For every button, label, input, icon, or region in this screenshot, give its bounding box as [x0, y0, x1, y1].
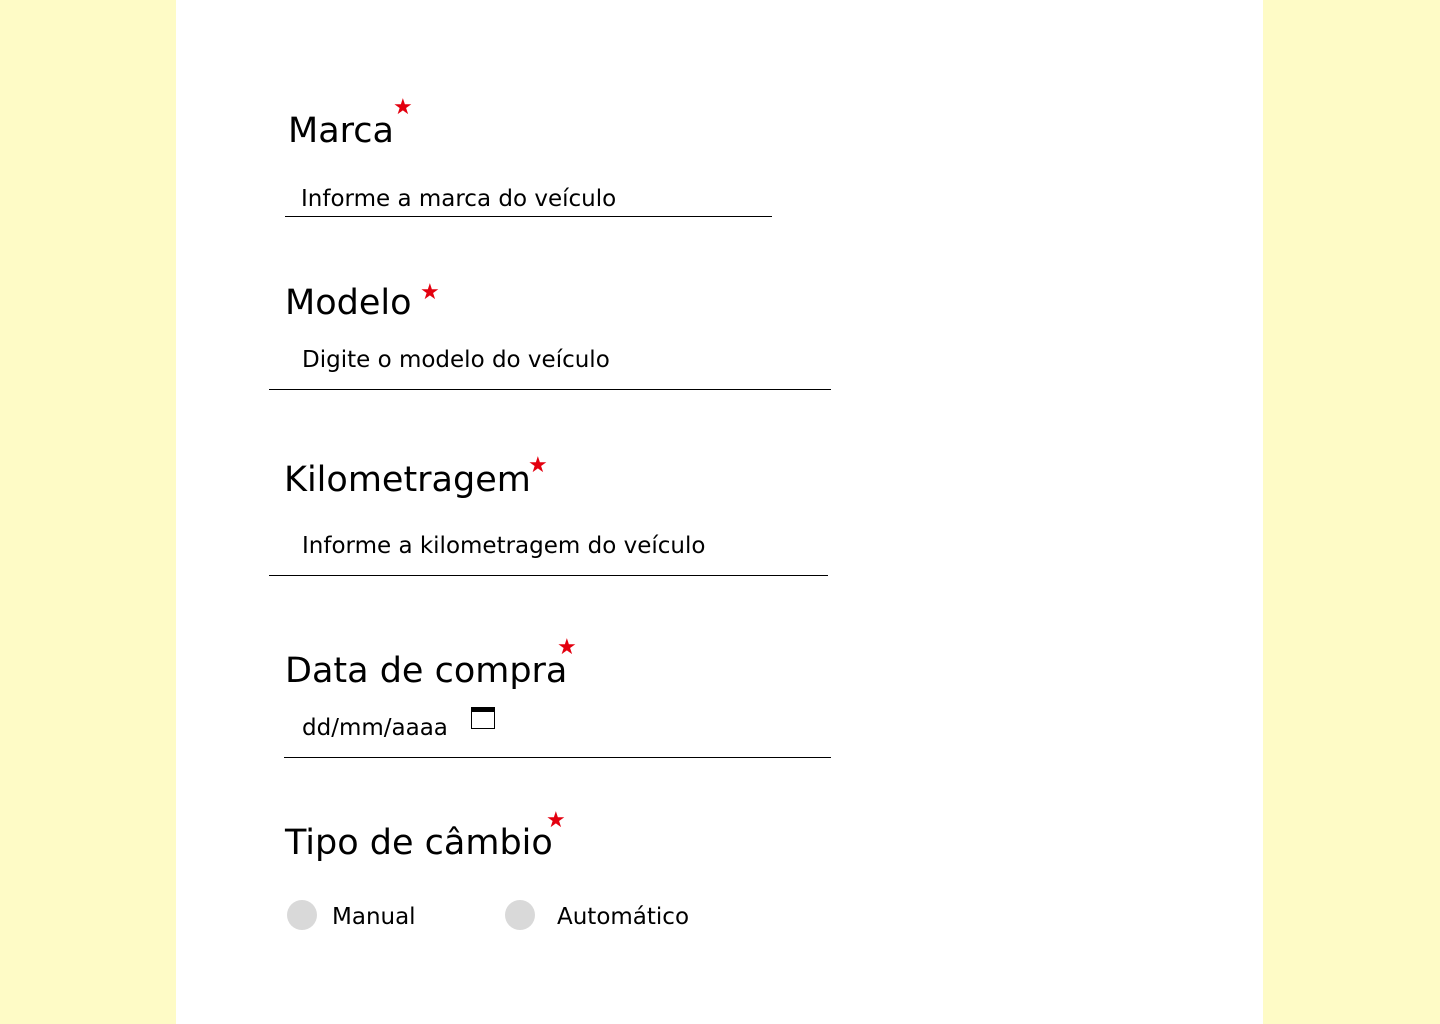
marca-label: Marca	[288, 111, 394, 151]
modelo-input[interactable]: Digite o modelo do veículo	[302, 349, 610, 372]
kilometragem-label: Kilometragem	[284, 460, 531, 500]
tipo-cambio-required-star: ★	[546, 808, 566, 833]
kilometragem-required-star: ★	[528, 453, 548, 478]
data-compra-required-star: ★	[557, 635, 577, 660]
kilometragem-input[interactable]: Informe a kilometragem do veículo	[302, 535, 705, 558]
radio-manual[interactable]	[287, 900, 317, 930]
form-panel	[176, 0, 1263, 1024]
calendar-icon[interactable]	[471, 707, 495, 729]
modelo-input-underline	[269, 389, 831, 390]
radio-manual-label[interactable]: Manual	[332, 906, 416, 929]
radio-automatico-label[interactable]: Automático	[557, 906, 689, 929]
modelo-required-star: ★	[420, 280, 440, 305]
modelo-label: Modelo	[285, 283, 412, 323]
data-compra-label: Data de compra	[285, 651, 568, 691]
data-compra-input[interactable]: dd/mm/aaaa	[302, 717, 448, 740]
tipo-cambio-label: Tipo de câmbio	[285, 823, 553, 863]
marca-required-star: ★	[393, 95, 413, 120]
marca-input-underline	[285, 216, 772, 217]
radio-automatico[interactable]	[505, 900, 535, 930]
marca-input[interactable]: Informe a marca do veículo	[301, 188, 616, 211]
data-compra-input-underline	[284, 757, 831, 758]
kilometragem-input-underline	[269, 575, 828, 576]
